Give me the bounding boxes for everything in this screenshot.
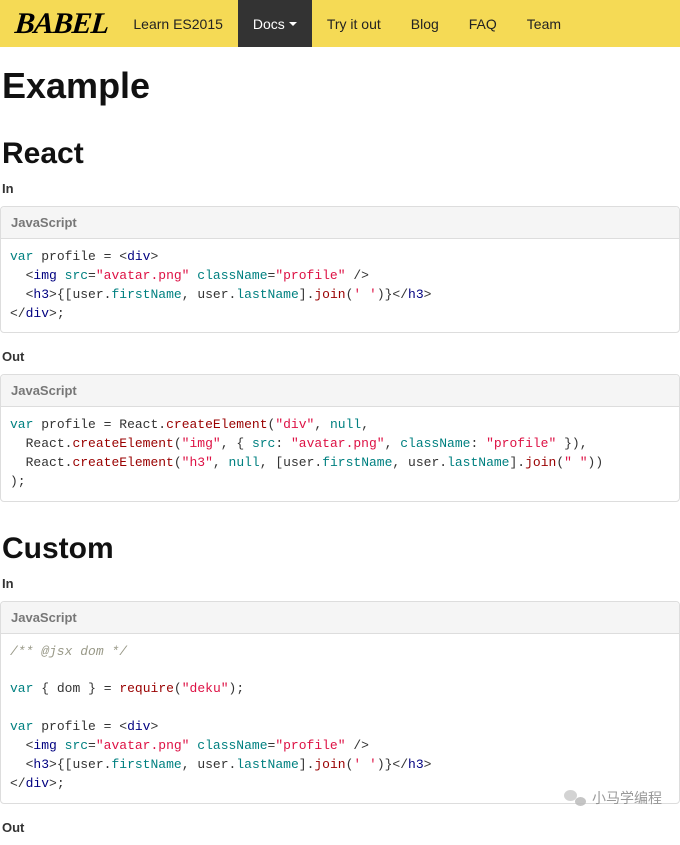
nav-docs[interactable]: Docs xyxy=(238,0,312,47)
label-out: Out xyxy=(0,349,680,364)
section-custom: Custom xyxy=(0,532,680,566)
nav-blog[interactable]: Blog xyxy=(396,0,454,47)
nav-items: Learn ES2015 Docs Try it out Blog FAQ Te… xyxy=(118,0,576,47)
section-react: React xyxy=(0,137,680,171)
nav-try-it-out[interactable]: Try it out xyxy=(312,0,396,47)
code-block: /** @jsx dom */ var { dom } = require("d… xyxy=(1,634,679,803)
code-block: var profile = React.createElement("div",… xyxy=(1,407,679,500)
wechat-icon xyxy=(564,789,586,807)
label-in: In xyxy=(0,576,680,591)
wechat-watermark: 小马学编程 xyxy=(564,788,662,808)
label-in: In xyxy=(0,181,680,196)
caret-down-icon xyxy=(289,22,297,26)
code-lang-label: JavaScript xyxy=(1,207,679,239)
label-out: Out xyxy=(0,820,680,835)
code-lang-label: JavaScript xyxy=(1,602,679,634)
wechat-text: 小马学编程 xyxy=(592,788,662,808)
brand-logo[interactable]: BABEL xyxy=(9,7,120,41)
code-lang-label: JavaScript xyxy=(1,375,679,407)
code-react-in: JavaScript var profile = <div> <img src=… xyxy=(0,206,680,333)
code-react-out: JavaScript var profile = React.createEle… xyxy=(0,374,680,501)
page-title: Example xyxy=(0,65,680,107)
nav-team[interactable]: Team xyxy=(512,0,576,47)
code-block: var profile = <div> <img src="avatar.png… xyxy=(1,239,679,332)
navbar: BABEL Learn ES2015 Docs Try it out Blog … xyxy=(0,0,680,47)
code-custom-in: JavaScript /** @jsx dom */ var { dom } =… xyxy=(0,601,680,804)
nav-learn-es2015[interactable]: Learn ES2015 xyxy=(118,0,238,47)
nav-docs-label: Docs xyxy=(253,16,285,32)
nav-faq[interactable]: FAQ xyxy=(454,0,512,47)
